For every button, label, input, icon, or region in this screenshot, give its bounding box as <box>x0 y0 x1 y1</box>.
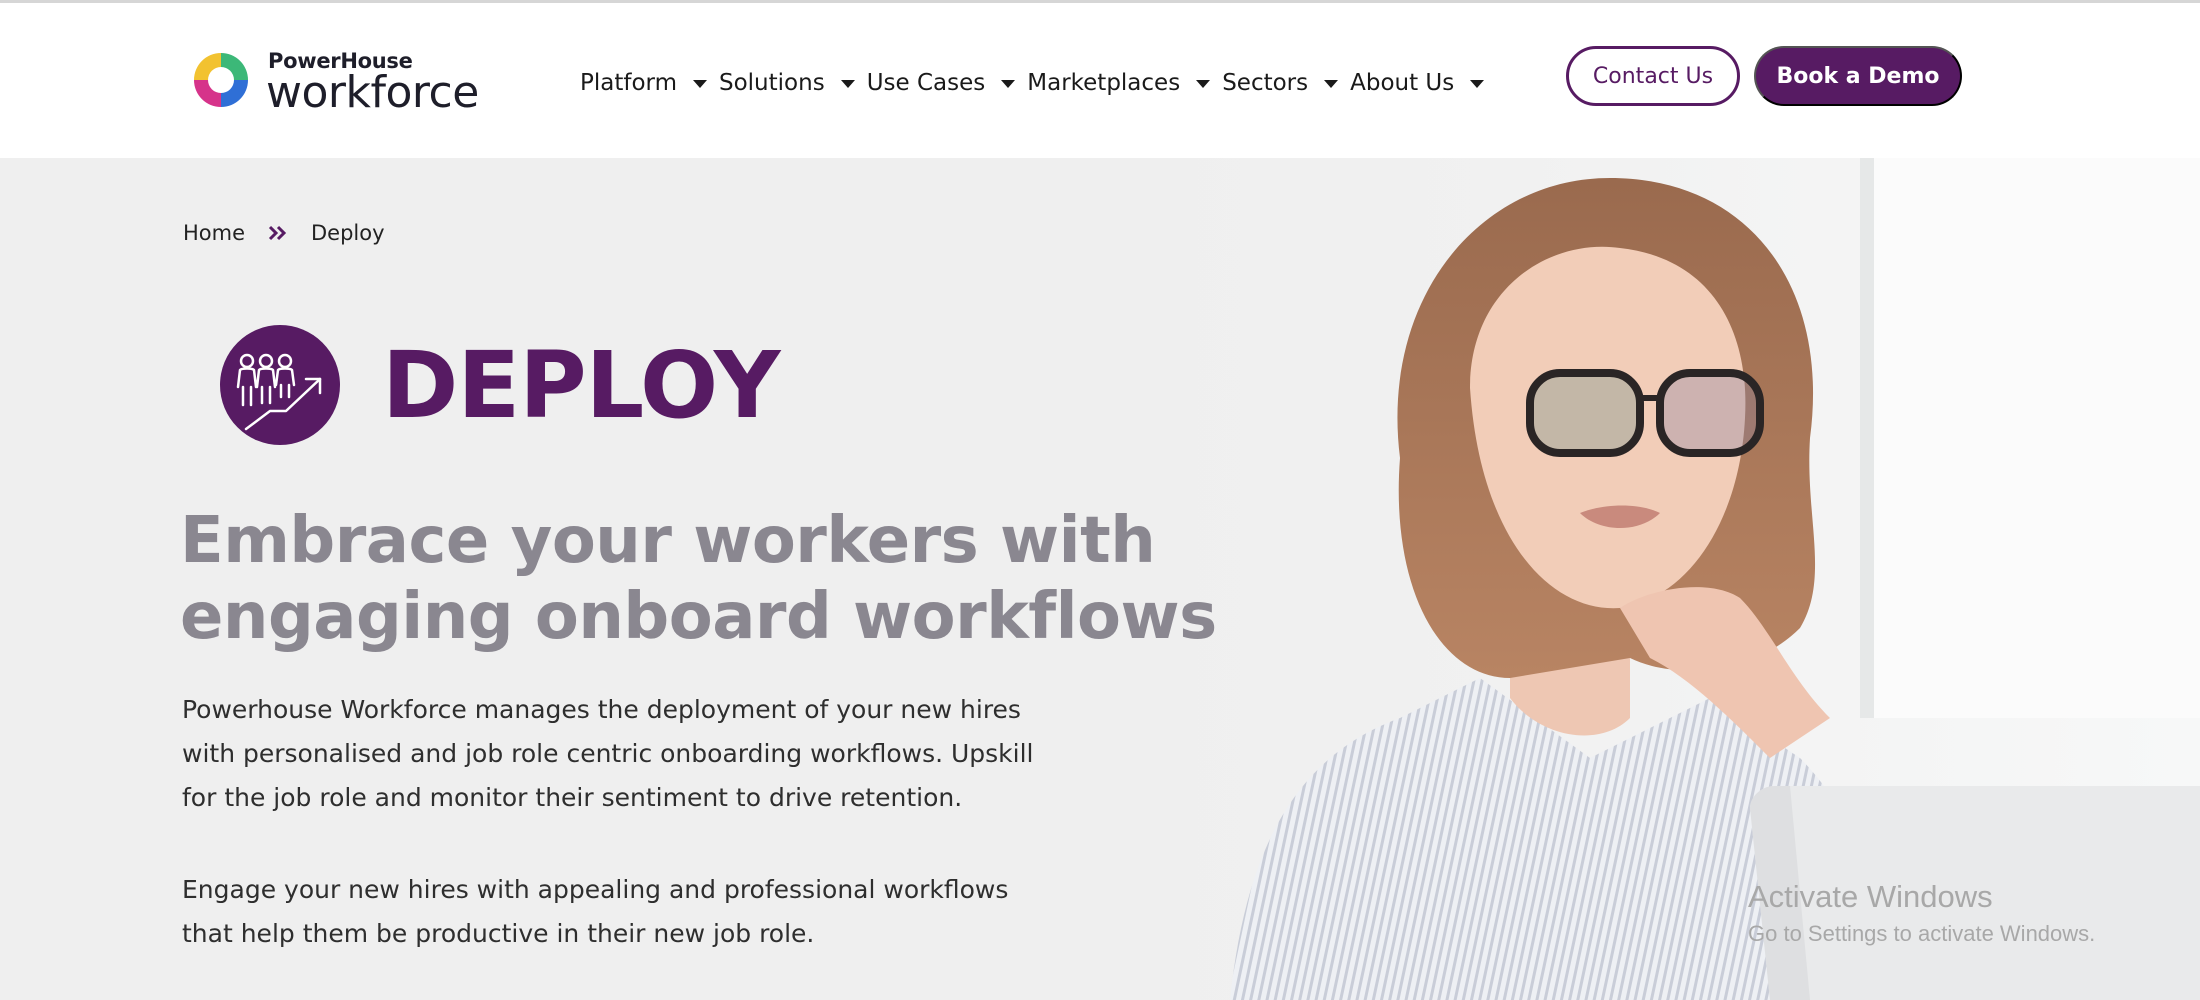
double-chevron-right-icon <box>268 225 287 241</box>
engage-paragraph: Engage your new hires with appealing and… <box>182 868 1122 956</box>
paragraph-line: Engage your new hires with appealing and… <box>182 875 1009 904</box>
brand-logo[interactable]: PowerHouse workforce <box>188 45 498 125</box>
nav-item-label: Use Cases <box>866 70 986 96</box>
logo-mark-icon <box>194 53 248 107</box>
nav-item-solutions[interactable]: Solutions <box>719 70 855 96</box>
nav-item-label: About Us <box>1350 70 1455 96</box>
headline-line: engaging onboard workflows <box>180 580 1217 654</box>
nav-item-use-cases[interactable]: Use Cases <box>867 70 1016 96</box>
headline-line: Embrace your workers with <box>180 504 1156 578</box>
hero-section: Home Deploy DEPLOY Embrace your workers … <box>0 158 2200 1000</box>
team-growth-icon <box>220 325 340 445</box>
site-header: PowerHouse workforce Platform Solutions … <box>0 3 2200 158</box>
windows-activation-watermark: Activate Windows Go to Settings to activ… <box>1748 878 2095 950</box>
nav-item-label: Sectors <box>1222 70 1309 96</box>
chevron-down-icon <box>693 80 707 88</box>
nav-item-label: Solutions <box>719 70 825 96</box>
hero-photo <box>1150 158 2200 1000</box>
chevron-down-icon <box>840 80 855 88</box>
breadcrumb-current: Deploy <box>311 221 385 245</box>
chevron-down-icon <box>1001 80 1016 88</box>
nav-item-label: Marketplaces <box>1027 70 1181 96</box>
nav-item-about-us[interactable]: About Us <box>1350 70 1485 96</box>
hero-headline: Embrace your workers with engaging onboa… <box>180 503 1230 655</box>
chevron-down-icon <box>1324 80 1339 88</box>
logo-text-main: workforce <box>266 67 479 118</box>
book-demo-button[interactable]: Book a Demo <box>1754 46 1962 106</box>
watermark-title: Activate Windows <box>1748 879 1993 914</box>
paragraph-line: that help them be productive in their ne… <box>182 919 815 948</box>
nav-item-sectors[interactable]: Sectors <box>1222 70 1339 96</box>
main-nav: Platform Solutions Use Cases Marketplace… <box>580 65 1496 101</box>
chevron-down-icon <box>1470 80 1485 88</box>
breadcrumb-home-link[interactable]: Home <box>183 221 245 245</box>
paragraph-line: for the job role and monitor their senti… <box>182 783 963 812</box>
contact-us-button[interactable]: Contact Us <box>1566 46 1740 106</box>
paragraph-line: Powerhouse Workforce manages the deploym… <box>182 695 1021 724</box>
nav-item-label: Platform <box>580 70 677 96</box>
watermark-subtitle: Go to Settings to activate Windows. <box>1748 921 2096 946</box>
page-title: DEPLOY <box>382 332 781 439</box>
intro-paragraph: Powerhouse Workforce manages the deploym… <box>182 688 1122 820</box>
nav-item-marketplaces[interactable]: Marketplaces <box>1027 70 1211 96</box>
nav-item-platform[interactable]: Platform <box>580 70 707 96</box>
paragraph-line: with personalised and job role centric o… <box>182 739 1034 768</box>
breadcrumb: Home Deploy <box>183 221 385 245</box>
chevron-down-icon <box>1196 80 1211 88</box>
